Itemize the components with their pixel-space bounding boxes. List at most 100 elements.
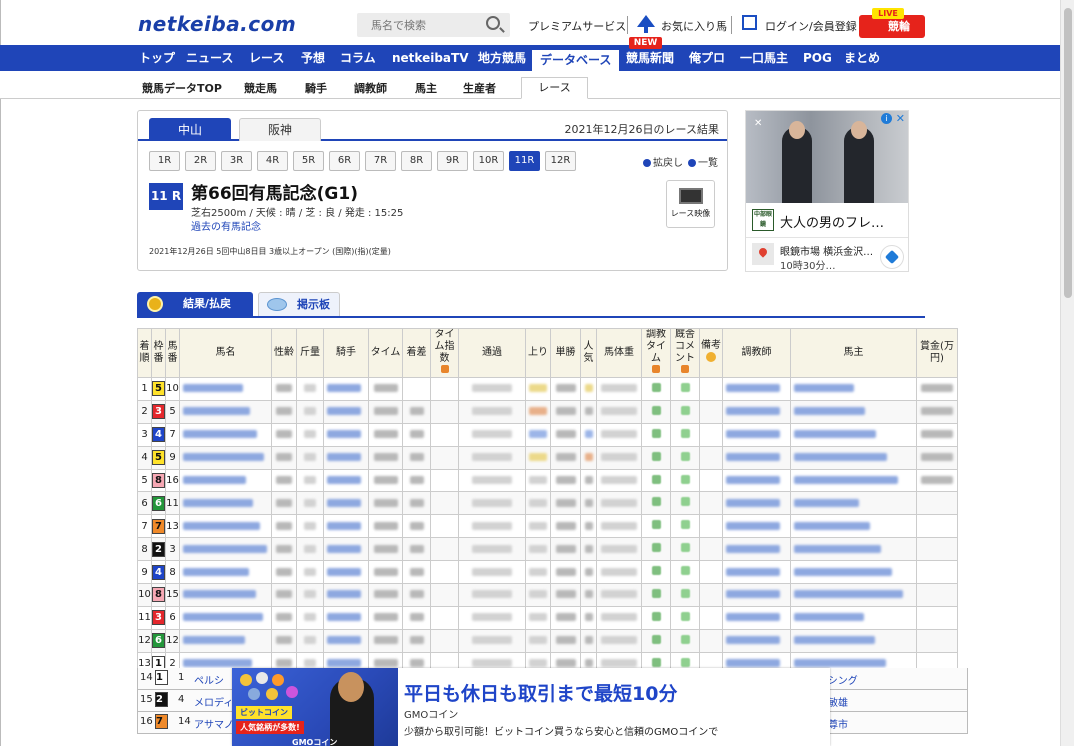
- ad-store-name[interactable]: 眼鏡市場 横浜金沢…: [780, 243, 873, 258]
- trainer[interactable]: [722, 422, 791, 447]
- jockey[interactable]: [323, 399, 369, 424]
- nav-hitokuchi[interactable]: 一口馬主: [740, 45, 788, 71]
- training-time[interactable]: [641, 399, 671, 424]
- owner[interactable]: [790, 399, 917, 424]
- horse-name[interactable]: [179, 560, 272, 585]
- training-time[interactable]: [641, 514, 671, 539]
- training-time[interactable]: [641, 468, 671, 493]
- stable-comment[interactable]: [670, 628, 700, 653]
- horse-name[interactable]: [179, 628, 272, 653]
- trainer[interactable]: [722, 468, 791, 493]
- horse-name[interactable]: [179, 491, 272, 516]
- table-row[interactable]: 459: [137, 445, 958, 470]
- training-icon[interactable]: [651, 428, 661, 438]
- training-time[interactable]: [641, 422, 671, 447]
- vertical-scrollbar[interactable]: [1060, 0, 1074, 746]
- owner[interactable]: [790, 491, 917, 516]
- jockey[interactable]: [323, 605, 369, 630]
- tab-nakayama[interactable]: 中山: [149, 118, 231, 141]
- owner[interactable]: [790, 560, 917, 585]
- scrollbar-thumb[interactable]: [1064, 8, 1072, 298]
- favorites-link[interactable]: お気に入り馬: [661, 18, 727, 34]
- stable-comment[interactable]: [670, 422, 700, 447]
- subnav-trainer[interactable]: 調教師: [354, 80, 387, 96]
- round-button[interactable]: 9R: [437, 151, 468, 171]
- jockey[interactable]: [323, 583, 369, 607]
- trainer[interactable]: [722, 583, 791, 607]
- premium-link[interactable]: プレミアムサービス: [528, 18, 626, 34]
- owner[interactable]: [790, 445, 917, 470]
- owner-link[interactable]: 尊市: [828, 716, 848, 731]
- stable-comment[interactable]: [670, 605, 700, 630]
- horse-name[interactable]: [179, 468, 272, 493]
- stable-comment[interactable]: [670, 514, 700, 539]
- ad-photo[interactable]: ✕: [746, 111, 908, 203]
- trainer[interactable]: [722, 560, 791, 585]
- subnav-data-top[interactable]: 競馬データTOP: [142, 80, 222, 96]
- ad-title[interactable]: 大人の男のフレ…: [780, 212, 884, 231]
- owner[interactable]: [790, 583, 917, 607]
- subnav-breeder[interactable]: 生産者: [463, 80, 496, 96]
- table-row[interactable]: 11 3 6: [137, 605, 958, 630]
- horse-name[interactable]: [179, 377, 272, 401]
- comment-icon[interactable]: [680, 428, 690, 438]
- ad-info-icon[interactable]: i: [881, 113, 892, 124]
- round-button[interactable]: 2R: [185, 151, 216, 171]
- owner[interactable]: [790, 537, 917, 562]
- stable-comment[interactable]: [670, 468, 700, 493]
- jockey[interactable]: [323, 537, 369, 562]
- nav-orepro[interactable]: 俺プロ: [689, 45, 725, 71]
- training-time[interactable]: [641, 583, 671, 607]
- training-time[interactable]: [641, 628, 671, 653]
- comment-icon[interactable]: [680, 451, 690, 461]
- training-icon[interactable]: [651, 543, 661, 553]
- login-icon[interactable]: [742, 15, 757, 30]
- jockey[interactable]: [323, 514, 369, 539]
- horse-name[interactable]: [179, 537, 272, 562]
- owner[interactable]: [790, 422, 917, 447]
- tab-hanshin[interactable]: 阪神: [239, 118, 321, 141]
- stable-comment[interactable]: [670, 399, 700, 424]
- table-row[interactable]: 347: [137, 422, 958, 447]
- training-icon[interactable]: [651, 634, 661, 644]
- round-button[interactable]: 6R: [329, 151, 360, 171]
- round-button[interactable]: 5R: [293, 151, 324, 171]
- bottom-advertisement[interactable]: ビットコイン 人気銘柄が多数! GMOコイン 平日も休日も取引まで最短10分 G…: [232, 668, 830, 746]
- table-row[interactable]: 948: [137, 560, 958, 585]
- training-time[interactable]: [641, 377, 671, 401]
- comment-icon[interactable]: [680, 566, 690, 576]
- nav-local-race[interactable]: 地方競馬: [478, 45, 526, 71]
- subnav-owner[interactable]: 馬主: [415, 80, 437, 96]
- horse-name[interactable]: [179, 514, 272, 539]
- table-row[interactable]: 6 6 11: [137, 491, 958, 516]
- nav-database[interactable]: データベース: [531, 49, 621, 71]
- login-link[interactable]: ログイン/会員登録: [765, 18, 857, 34]
- training-icon[interactable]: [651, 611, 661, 621]
- race-video-button[interactable]: レース映像: [666, 180, 715, 228]
- jockey[interactable]: [323, 377, 369, 401]
- round-button[interactable]: 10R: [473, 151, 504, 171]
- jockey[interactable]: [323, 560, 369, 585]
- past-race-link[interactable]: 過去の有馬記念: [191, 218, 261, 233]
- nav-news[interactable]: ニュース: [186, 45, 233, 71]
- search-icon[interactable]: [486, 16, 500, 30]
- stable-comment[interactable]: [670, 583, 700, 607]
- trainer[interactable]: [722, 537, 791, 562]
- horse-name[interactable]: [179, 445, 272, 470]
- comment-icon[interactable]: [680, 657, 690, 667]
- side-advertisement[interactable]: ✕ i ✕ 中部眼鏡 大人の男のフレ… 眼鏡市場 横浜金沢… 10時30分…: [745, 110, 909, 272]
- comment-icon[interactable]: [680, 543, 690, 553]
- table-row[interactable]: 5 8 16: [137, 468, 958, 493]
- horse-name-link[interactable]: ペルシ: [194, 672, 224, 687]
- horse-name[interactable]: [179, 399, 272, 424]
- trainer[interactable]: [722, 399, 791, 424]
- training-icon[interactable]: [651, 566, 661, 576]
- round-button[interactable]: 3R: [221, 151, 252, 171]
- jockey[interactable]: [323, 468, 369, 493]
- nav-netkeibatv[interactable]: netkeibaTV: [392, 45, 469, 71]
- owner[interactable]: [790, 377, 917, 401]
- subnav-horse[interactable]: 競走馬: [244, 80, 277, 96]
- horse-name-link[interactable]: アサマノ: [194, 716, 234, 731]
- table-row[interactable]: 10 8 15: [137, 583, 958, 607]
- stable-comment[interactable]: [670, 445, 700, 470]
